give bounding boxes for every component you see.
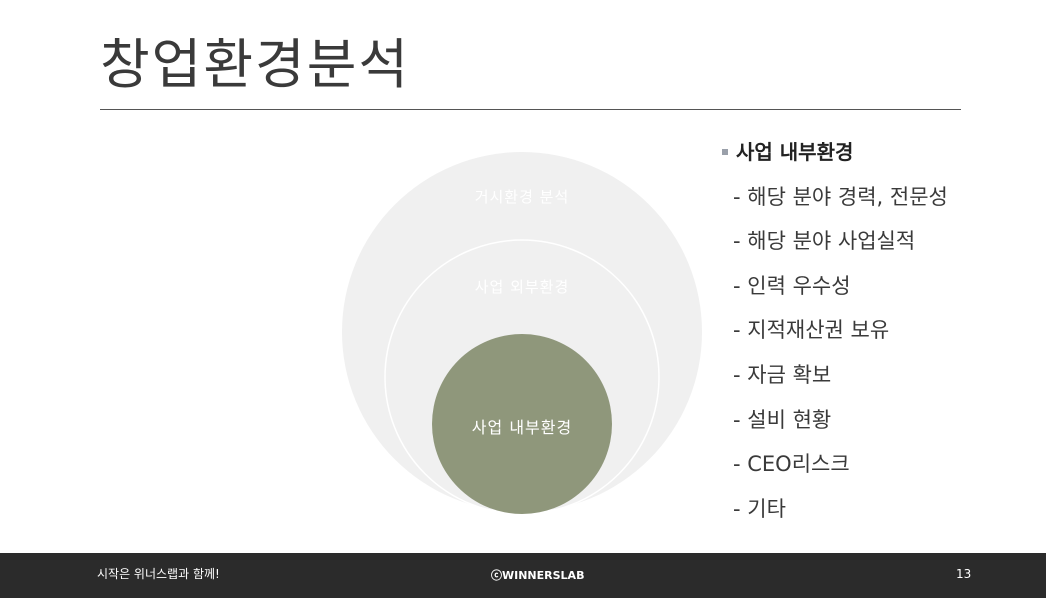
page-number: 13 [956,567,972,581]
square-bullet-icon [722,149,728,155]
list-item: - 지적재산권 보유 [733,318,890,343]
list-item: - 인력 우수성 [733,273,851,298]
footer-copyright: ⓒWINNERSLAB [491,569,585,582]
inner-circle-label: 사업 내부환경 [471,418,573,437]
footer-bar: 시작은 위너스랩과 함께! ⓒWINNERSLAB 13 [0,553,1046,598]
list-item: - 해당 분야 사업실적 [733,229,916,254]
middle-circle-label: 사업 외부환경 [474,278,570,296]
list-item: - 설비 현황 [733,407,832,432]
internal-environment-list: 사업 내부환경 - 해당 분야 경력, 전문성 - 해당 분야 사업실적 - 인… [722,136,948,537]
list-item: - CEO리스크 [733,452,850,477]
list-item: - 기타 [733,496,786,521]
list-heading-text: 사업 내부환경 [736,140,854,164]
list-item: - 자금 확보 [733,362,832,387]
list-heading: 사업 내부환경 [722,136,948,181]
list-item: - 해당 분야 경력, 전문성 [733,184,948,209]
footer-slogan: 시작은 위너스랩과 함께! [97,567,220,581]
outer-circle-label: 거시환경 분석 [474,188,570,206]
